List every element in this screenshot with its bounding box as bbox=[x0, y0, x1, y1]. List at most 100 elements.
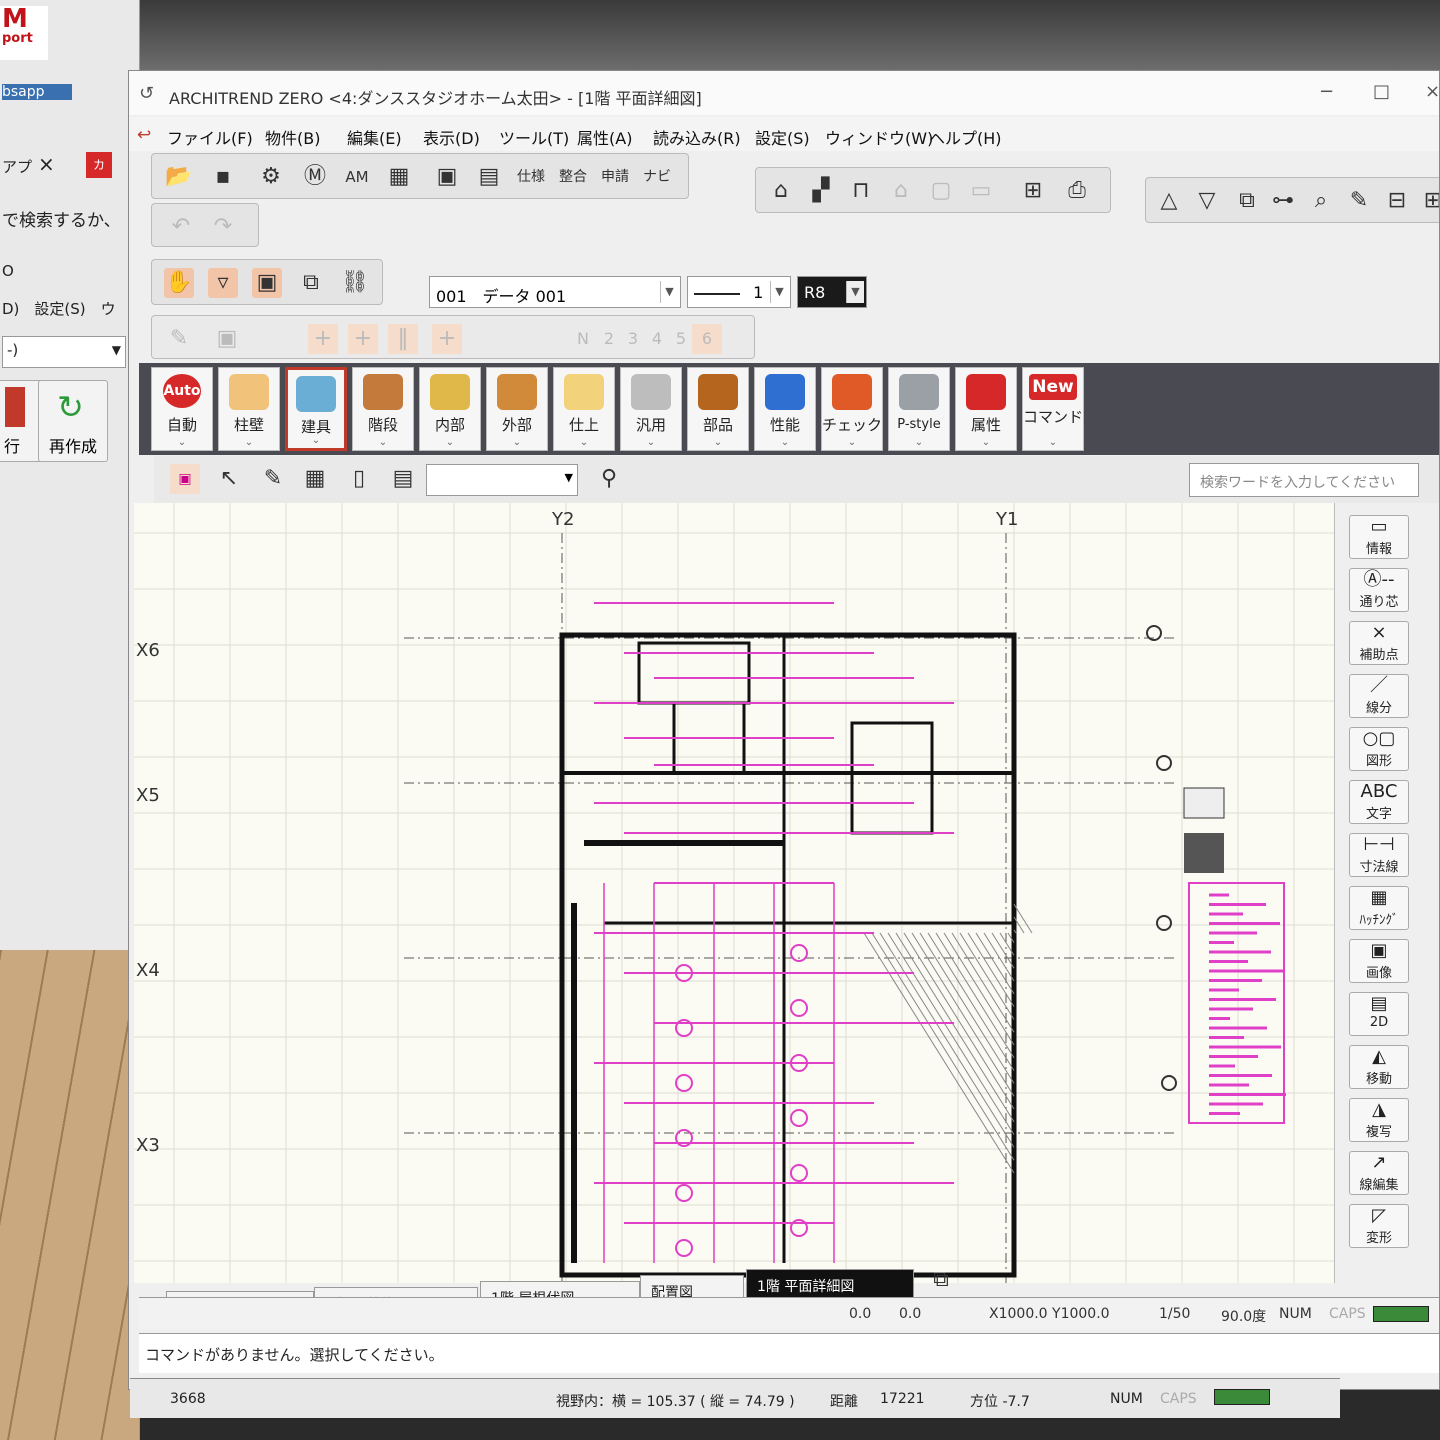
line-width-combo[interactable]: 1 ▼ bbox=[687, 276, 791, 308]
tool-1[interactable]: Ⓐ-- 通り芯 bbox=[1349, 568, 1409, 612]
menu-edit[interactable]: 編集(E) bbox=[347, 125, 402, 149]
zoom-icon[interactable]: ⌕ bbox=[1306, 186, 1336, 216]
cup-icon[interactable]: ▿ bbox=[208, 268, 238, 298]
print-preview-icon[interactable]: ▣ bbox=[432, 162, 462, 192]
hand-select-icon[interactable]: ✋ bbox=[164, 268, 194, 298]
spec-button[interactable]: 仕様 bbox=[516, 162, 546, 192]
category-tab-7[interactable]: 汎用 ⌄ bbox=[620, 367, 682, 451]
data-layer-combo[interactable]: 001 データ 001 ▼ bbox=[429, 276, 681, 308]
layer-6[interactable]: 6 bbox=[692, 324, 722, 354]
undo-icon[interactable]: ↶ bbox=[166, 212, 196, 242]
menu-app-icon[interactable]: ↩ bbox=[137, 125, 151, 145]
consistency-button[interactable]: 整合 bbox=[558, 162, 588, 192]
menu-import[interactable]: 読み込み(R) bbox=[653, 125, 741, 149]
category-tab-13[interactable]: New コマンド ⌄ bbox=[1022, 367, 1084, 451]
plus-icon[interactable]: + bbox=[308, 324, 338, 354]
command-select[interactable]: ▼ bbox=[426, 464, 578, 496]
link-icon[interactable]: ⛓ bbox=[340, 268, 370, 298]
grid-icon[interactable]: ▦ bbox=[384, 162, 414, 192]
triangle-up-icon[interactable]: △ bbox=[1154, 186, 1184, 216]
box-icon[interactable]: ▢ bbox=[926, 176, 956, 206]
elevation-icon[interactable]: ▞ bbox=[806, 176, 836, 206]
application-button[interactable]: 申請 bbox=[600, 162, 630, 192]
tree-icon[interactable]: ⊶ bbox=[1268, 186, 1298, 216]
menu-tools[interactable]: ツール(T) bbox=[499, 125, 569, 149]
split-window-icon[interactable]: ⊞ bbox=[1018, 176, 1048, 206]
table-icon[interactable]: ▤ bbox=[388, 464, 418, 494]
layout-icon[interactable]: ▤ bbox=[474, 162, 504, 192]
recreate-button[interactable]: ↻ 再作成 bbox=[38, 380, 108, 462]
redo-icon[interactable]: ↷ bbox=[208, 212, 238, 242]
command-search-input[interactable]: 検索ワードを入力してください bbox=[1189, 463, 1419, 497]
panel-icon[interactable]: ▭ bbox=[966, 176, 996, 206]
left-menu-settings[interactable]: D) 設定(S) ウ bbox=[2, 298, 116, 319]
tool-3[interactable]: ／ 線分 bbox=[1349, 674, 1409, 718]
menu-property[interactable]: 物件(B) bbox=[265, 125, 320, 149]
pointer-icon[interactable]: ↖ bbox=[214, 464, 244, 494]
house-view-icon[interactable]: ⌂ bbox=[886, 176, 916, 206]
bars-icon[interactable]: ‖ bbox=[388, 324, 418, 354]
left-combo[interactable]: -) ▼ bbox=[2, 336, 126, 368]
tool-2[interactable]: × 補助点 bbox=[1349, 621, 1409, 665]
document-icon[interactable]: ▯ bbox=[344, 464, 374, 494]
eyedropper-icon[interactable]: ✎ bbox=[258, 464, 288, 494]
tool-10[interactable]: ◭ 移動 bbox=[1349, 1045, 1409, 1089]
panel-layout-icon[interactable]: ⊟ bbox=[1382, 186, 1412, 216]
category-tab-4[interactable]: 内部 ⌄ bbox=[419, 367, 481, 451]
person-search-icon[interactable]: ⚲ bbox=[594, 464, 624, 494]
menu-attribute[interactable]: 属性(A) bbox=[577, 125, 632, 149]
triangle-down-icon[interactable]: ▽ bbox=[1192, 186, 1222, 216]
pack-select-icon[interactable]: ▣ bbox=[170, 464, 200, 494]
pencil-icon[interactable]: ✎ bbox=[164, 324, 194, 354]
save-icon[interactable]: ▪ bbox=[208, 162, 238, 192]
category-tab-0[interactable]: Auto 自動 ⌄ bbox=[151, 367, 213, 451]
tool-9[interactable]: ▤ 2D bbox=[1349, 992, 1409, 1036]
plan-view-icon[interactable]: ⌂ bbox=[766, 176, 796, 206]
close-button[interactable]: × bbox=[1425, 81, 1439, 102]
open-folder-icon[interactable]: 📂 bbox=[164, 162, 194, 192]
menu-file[interactable]: ファイル(F) bbox=[167, 125, 253, 149]
tool-7[interactable]: ▦ ﾊｯﾁﾝｸﾞ bbox=[1349, 886, 1409, 930]
m-icon[interactable]: Ⓜ bbox=[300, 162, 330, 192]
menu-view[interactable]: 表示(D) bbox=[423, 125, 480, 149]
section-icon[interactable]: ⊓ bbox=[846, 176, 876, 206]
category-tab-6[interactable]: 仕上 ⌄ bbox=[553, 367, 615, 451]
menu-settings[interactable]: 設定(S) bbox=[755, 125, 810, 149]
tool-4[interactable]: ○▢ 図形 bbox=[1349, 727, 1409, 771]
drawing-canvas[interactable]: Y2 Y1 X6 X5 X4 X3 bbox=[134, 503, 1334, 1283]
navi-button[interactable]: ナビ bbox=[642, 162, 672, 192]
menu-window[interactable]: ウィンドウ(W) bbox=[825, 125, 933, 149]
tool-5[interactable]: ABC 文字 bbox=[1349, 780, 1409, 824]
category-tab-8[interactable]: 部品 ⌄ bbox=[687, 367, 749, 451]
close-icon[interactable]: × bbox=[38, 152, 55, 176]
tool-6[interactable]: ⊢⊣ 寸法線 bbox=[1349, 833, 1409, 877]
menu-help[interactable]: ヘルプ(H) bbox=[929, 125, 1002, 149]
new-sheet-icon[interactable]: ⧉ bbox=[926, 1265, 956, 1295]
category-tab-1[interactable]: 柱壁 ⌄ bbox=[218, 367, 280, 451]
columns-icon[interactable]: ⊞ bbox=[1418, 186, 1439, 216]
gear-icon[interactable]: ⚙ bbox=[256, 162, 286, 192]
printer-icon[interactable]: ⎙ bbox=[1062, 176, 1092, 206]
color-combo[interactable]: R8 ▼ bbox=[797, 276, 867, 308]
pen-edit-icon[interactable]: ✎ bbox=[1344, 186, 1374, 216]
copy-format-icon[interactable]: ▦ bbox=[300, 464, 330, 494]
maximize-button[interactable]: □ bbox=[1373, 81, 1390, 102]
pack-icon[interactable]: ▣ bbox=[212, 324, 242, 354]
layers-icon[interactable]: ⧉ bbox=[296, 268, 326, 298]
category-tab-3[interactable]: 階段 ⌄ bbox=[352, 367, 414, 451]
layer-image-icon[interactable]: ▣ bbox=[252, 268, 282, 298]
tool-13[interactable]: ◸ 変形 bbox=[1349, 1204, 1409, 1248]
category-tab-9[interactable]: 性能 ⌄ bbox=[754, 367, 816, 451]
tool-12[interactable]: ↗ 線編集 bbox=[1349, 1151, 1409, 1195]
category-tab-2[interactable]: 建具 ⌄ bbox=[285, 367, 347, 451]
category-tab-12[interactable]: 属性 ⌄ bbox=[955, 367, 1017, 451]
tab-floor1-detail[interactable]: 1階 平面詳細図 bbox=[746, 1269, 914, 1299]
tool-8[interactable]: ▣ 画像 bbox=[1349, 939, 1409, 983]
cross-icon[interactable]: + bbox=[348, 324, 378, 354]
tool-0[interactable]: ▭ 情報 bbox=[1349, 515, 1409, 559]
category-tab-10[interactable]: チェック ⌄ bbox=[821, 367, 883, 451]
window-copy-icon[interactable]: ⧉ bbox=[1232, 186, 1262, 216]
am-icon[interactable]: AM bbox=[342, 162, 372, 192]
category-tab-5[interactable]: 外部 ⌄ bbox=[486, 367, 548, 451]
category-tab-11[interactable]: P-style ⌄ bbox=[888, 367, 950, 451]
